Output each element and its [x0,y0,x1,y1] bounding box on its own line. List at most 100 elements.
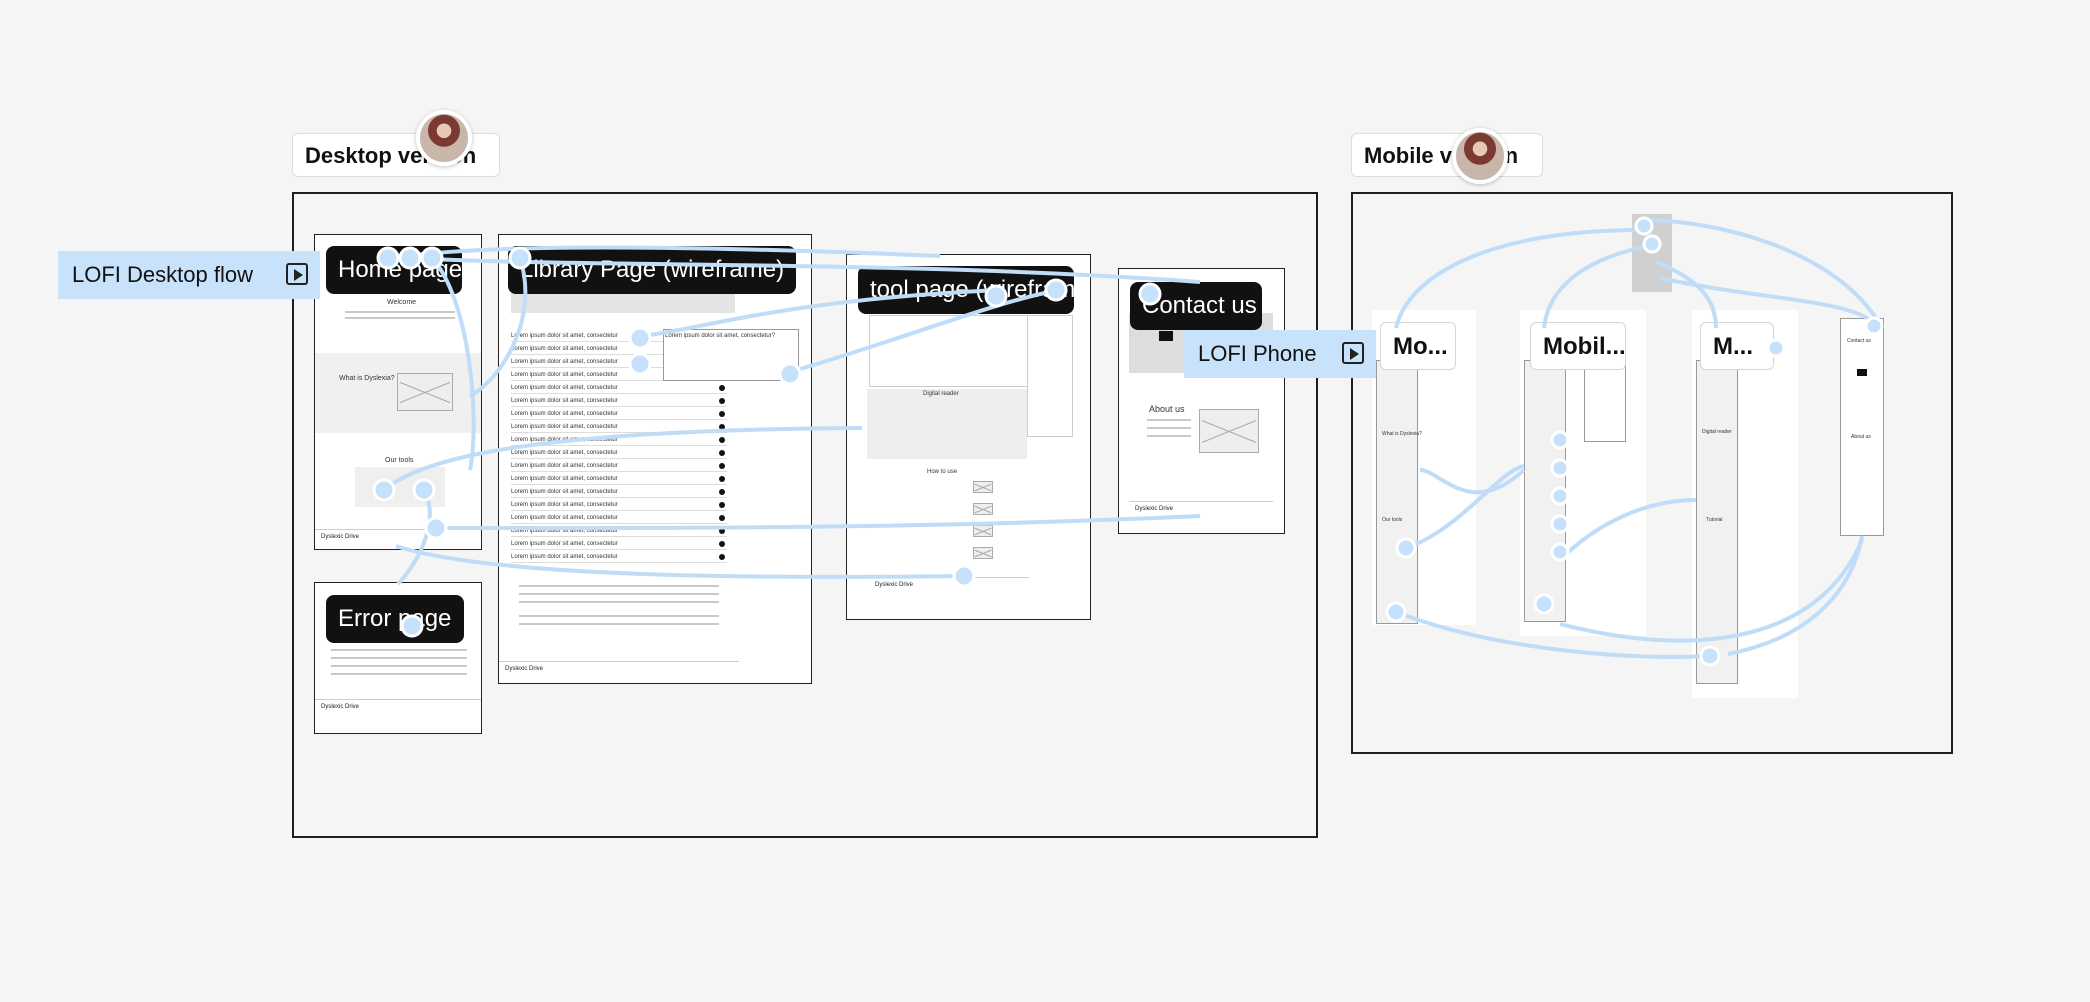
library-header-band [511,291,735,313]
tool-step-image [973,503,993,515]
row-action-icon[interactable] [719,450,725,456]
desktop-flow-text: LOFI Desktop flow [72,262,253,287]
library-row-text: Lorem ipsum dolor sit amet, consectetur [511,333,618,339]
error-paragraph-line [331,673,467,675]
row-action-icon[interactable] [719,385,725,391]
list-item: Lorem ipsum dolor sit amet, consectetur [511,409,727,420]
tool-footer: Dyslexic Drive [869,577,1029,591]
home-footer: Dyslexic Drive [315,529,481,543]
mobile-frame-2-title[interactable]: Mobil... [1530,322,1626,370]
phone-flow-text: LOFI Phone [1198,341,1317,366]
library-page-frame[interactable]: Lorem ipsum dolor sit amet, consectetur … [498,234,812,684]
contact-paragraph-line [1147,435,1191,437]
mobile-frame-3-title[interactable]: M... [1700,322,1774,370]
mobile-frame-4[interactable]: Contact us About us [1840,318,1884,536]
library-row-text: Lorem ipsum dolor sit amet, consectetur [511,515,618,521]
list-item: Lorem ipsum dolor sit amet, consectetur [511,474,727,485]
home-footer-brand: Dyslexic Drive [321,534,360,540]
library-paragraph-line [519,601,719,603]
error-paragraph-line [331,665,467,667]
row-action-icon[interactable] [719,554,725,560]
library-row-text: Lorem ipsum dolor sit amet, consectetur [511,476,618,482]
error-paragraph-line [331,657,467,659]
list-item: Lorem ipsum dolor sit amet, consectetur [511,513,727,524]
mobile-4-about-us: About us [1851,434,1871,440]
home-page-title[interactable]: Home page [326,246,462,294]
row-action-icon[interactable] [719,463,725,469]
desktop-flow-label[interactable]: LOFI Desktop flow [58,251,320,299]
tool-reader-area [869,315,1045,387]
list-item: Lorem ipsum dolor sit amet, consectetur [511,422,727,433]
mail-icon [1857,369,1867,376]
contact-paragraph-line [1147,427,1191,429]
row-action-icon[interactable] [719,541,725,547]
row-action-icon[interactable] [719,502,725,508]
library-row-text: Lorem ipsum dolor sit amet, consectetur [511,424,618,430]
mobile-1-our-tools: Our tools [1382,517,1403,523]
list-item: Lorem ipsum dolor sit amet, consectetur [511,383,727,394]
tool-step-image [973,481,993,493]
library-paragraph-line [519,623,719,625]
library-row-text: Lorem ipsum dolor sit amet, consectetur [511,502,618,508]
tool-page-title[interactable]: tool page (wireframe) [858,266,1074,314]
library-paragraph-line [519,615,719,617]
library-row-text: Lorem ipsum dolor sit amet, consectetur [511,385,618,391]
library-row-text: Lorem ipsum dolor sit amet, consectetur [511,489,618,495]
collaborator-avatar[interactable] [416,110,472,166]
contact-paragraph-line [1147,419,1191,421]
row-action-icon[interactable] [719,515,725,521]
library-row-text: Lorem ipsum dolor sit amet, consectetur [511,411,618,417]
home-what-is: What is Dyslexia? [339,375,395,382]
library-row-text: Lorem ipsum dolor sit amet, consectetur [511,437,618,443]
mobile-4-contact-us: Contact us [1847,338,1871,344]
contact-page-title[interactable]: Contact us [1130,282,1262,330]
home-line [345,311,455,313]
play-prototype-icon[interactable] [286,263,308,285]
mobile-2-detail [1584,364,1626,442]
mobile-3-digital-reader: Digital reader [1702,429,1732,435]
contact-about-us: About us [1149,404,1185,414]
collaborator-avatar[interactable] [1452,128,1508,184]
library-row-text: Lorem ipsum dolor sit amet, consectetur [511,398,618,404]
library-row-text: Lorem ipsum dolor sit amet, consectetur [511,450,618,456]
tool-side-panel [1027,315,1073,437]
row-action-icon[interactable] [719,424,725,430]
list-item: Lorem ipsum dolor sit amet, consectetur [511,448,727,459]
contact-footer-brand: Dyslexic Drive [1135,506,1174,512]
list-item: Lorem ipsum dolor sit amet, consectetur [511,461,727,472]
tool-digital-reader: Digital reader [923,391,959,397]
list-item: Lorem ipsum dolor sit amet, consectetur [511,539,727,550]
library-row-text: Lorem ipsum dolor sit amet, consectetur [511,372,618,378]
list-item: Lorem ipsum dolor sit amet, consectetur [511,552,727,563]
tool-how-to-use: How to use [927,469,958,475]
row-action-icon[interactable] [719,398,725,404]
play-prototype-icon[interactable] [1342,342,1364,364]
row-action-icon[interactable] [719,489,725,495]
library-row-text: Lorem ipsum dolor sit amet, consectetur [511,554,618,560]
mobile-section-label[interactable]: Mobile version [1351,133,1543,177]
error-footer: Dyslexic Drive [315,699,481,713]
library-footer: Dyslexic Drive [499,661,739,675]
home-image-placeholder [397,373,453,411]
row-action-icon[interactable] [719,437,725,443]
contact-footer: Dyslexic Drive [1129,501,1273,515]
row-action-icon[interactable] [719,411,725,417]
library-detail-question: Lorem ipsum dolor sit amet, consectetur? [665,333,776,339]
library-paragraph-line [519,585,719,587]
mobile-menu-frame[interactable] [1632,214,1672,292]
mobile-frame-1-title[interactable]: Mo... [1380,322,1456,370]
contact-image-placeholder [1199,409,1259,453]
library-page-title[interactable]: Library Page (wireframe) [508,246,796,294]
library-row-text: Lorem ipsum dolor sit amet, consectetur [511,463,618,469]
home-tools-card [355,467,445,507]
mobile-1-screen [1376,360,1418,624]
error-page-title[interactable]: Error page [326,595,464,643]
row-action-icon[interactable] [719,476,725,482]
mobile-3-tutorial: Tutorial [1706,517,1723,523]
mobile-1-what-is: What is Dyslexia? [1382,431,1422,437]
phone-flow-label[interactable]: LOFI Phone [1184,330,1376,378]
list-item: Lorem ipsum dolor sit amet, consectetur [511,487,727,498]
library-row-text: Lorem ipsum dolor sit amet, consectetur [511,346,618,352]
tool-step-image [973,525,993,537]
row-action-icon[interactable] [719,528,725,534]
